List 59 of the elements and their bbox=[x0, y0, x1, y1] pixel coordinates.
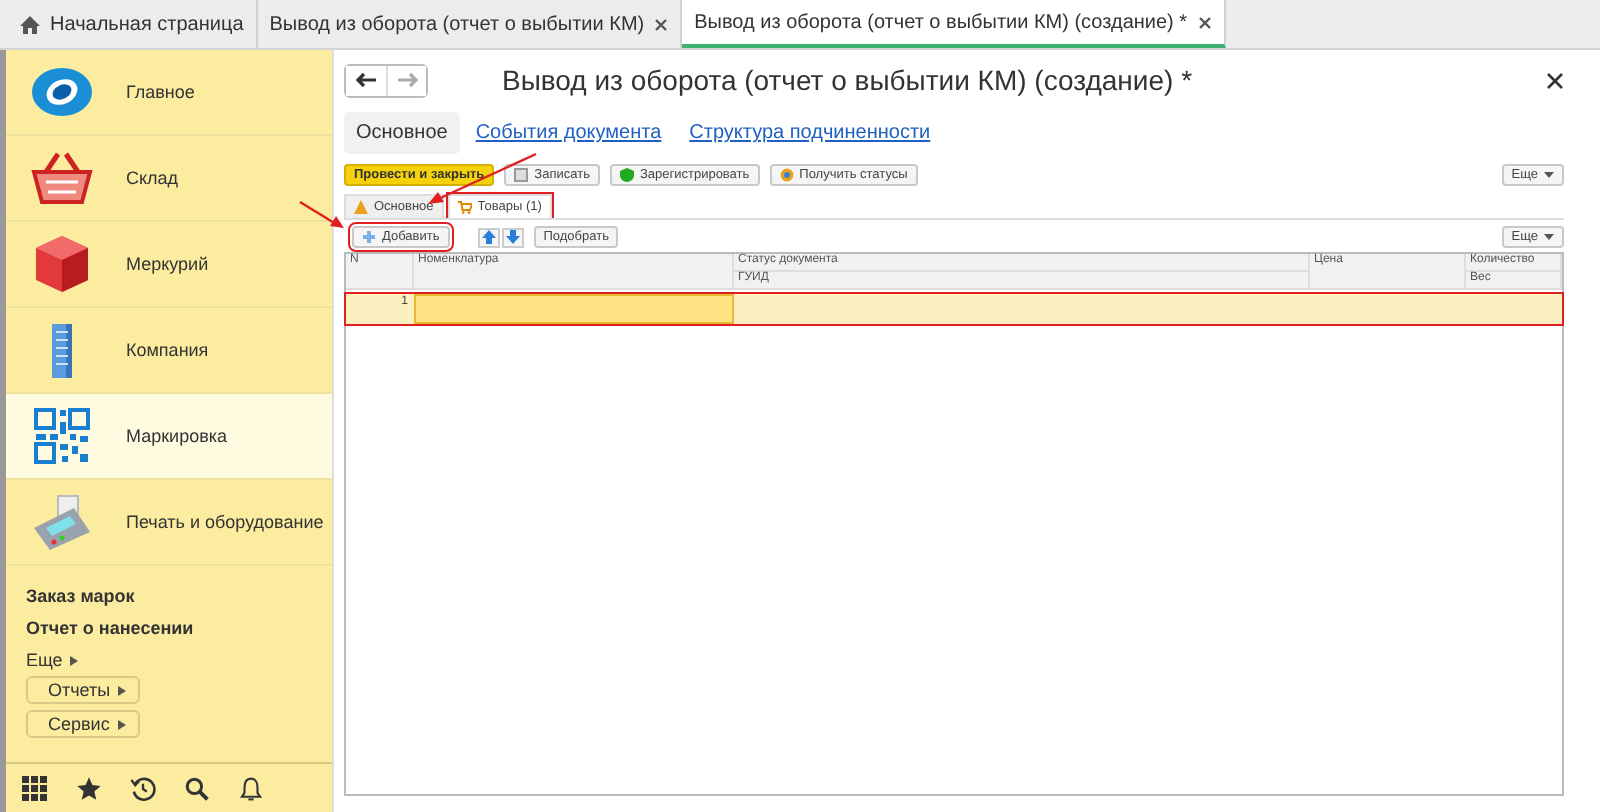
section-label: Меркурий bbox=[126, 254, 209, 274]
section-item[interactable]: Главное bbox=[6, 50, 332, 136]
section-item[interactable]: Печать и оборудование bbox=[6, 480, 332, 566]
window-tab[interactable]: Вывод из оборота (отчет о выбытии КМ) (создание) * bbox=[682, 0, 1226, 48]
qr-code-icon bbox=[30, 406, 94, 466]
section-label: Склад bbox=[126, 168, 179, 188]
home-icon bbox=[20, 15, 40, 33]
section-label: Компания bbox=[126, 340, 209, 360]
shield-icon bbox=[619, 168, 634, 182]
move-down-button[interactable] bbox=[501, 227, 524, 247]
up-arrow-icon bbox=[481, 230, 496, 244]
search-icon[interactable] bbox=[184, 775, 210, 801]
apps-grid-icon[interactable] bbox=[22, 775, 48, 801]
sidebar-link[interactable]: Заказ марок bbox=[26, 586, 135, 606]
annotation-arrow bbox=[299, 200, 344, 228]
payment-terminal-icon bbox=[30, 492, 94, 552]
save-icon bbox=[514, 168, 529, 182]
move-up-button[interactable] bbox=[477, 227, 500, 247]
forward-arrow-icon bbox=[395, 72, 419, 88]
refresh-icon bbox=[779, 168, 794, 182]
caret-icon bbox=[1544, 234, 1554, 240]
section-item[interactable]: Меркурий bbox=[6, 222, 332, 308]
group-button[interactable]: Сервис bbox=[26, 710, 140, 738]
back-arrow-icon bbox=[354, 72, 378, 88]
nomenclature-cell[interactable] bbox=[414, 294, 734, 324]
tab-label: Вывод из оборота (отчет о выбытии КМ) (создание) * bbox=[694, 11, 1188, 33]
form-title: Вывод из оборота (отчет о выбытии КМ) (создание) * bbox=[502, 64, 1193, 96]
tab-label: Начальная страница bbox=[50, 13, 244, 35]
group-button[interactable]: Отчеты bbox=[26, 676, 141, 704]
caret-icon bbox=[117, 719, 126, 729]
close-icon[interactable] bbox=[1197, 15, 1212, 29]
form-tab[interactable]: События документа bbox=[463, 112, 674, 154]
star-icon[interactable] bbox=[76, 775, 102, 801]
cart-icon bbox=[457, 200, 472, 214]
basket-icon bbox=[30, 148, 94, 208]
form-tab[interactable]: Структура подчиненности bbox=[677, 112, 943, 154]
warning-icon bbox=[354, 200, 368, 214]
caret-icon bbox=[1544, 172, 1554, 178]
window-tab[interactable]: Начальная страница bbox=[8, 0, 258, 48]
section-item[interactable]: Склад bbox=[6, 136, 332, 222]
bell-icon[interactable] bbox=[238, 775, 264, 801]
form-tab[interactable]: Основное bbox=[344, 112, 460, 154]
cube-icon bbox=[30, 234, 94, 294]
more-link[interactable]: Еще bbox=[26, 650, 63, 670]
annotation-arrow bbox=[428, 152, 537, 204]
globe-icon bbox=[30, 62, 94, 122]
history-icon[interactable] bbox=[130, 775, 156, 801]
sidebar-link[interactable]: Отчет о нанесении bbox=[26, 618, 194, 638]
section-label: Маркировка bbox=[126, 426, 228, 446]
tab-label: Вывод из оборота (отчет о выбытии КМ) bbox=[269, 13, 645, 35]
section-item[interactable]: Маркировка bbox=[6, 394, 332, 480]
down-arrow-icon bbox=[505, 230, 520, 244]
caret-icon bbox=[118, 685, 127, 695]
section-label: Главное bbox=[126, 82, 195, 102]
plus-icon bbox=[362, 230, 376, 244]
close-icon[interactable] bbox=[654, 17, 669, 31]
close-icon[interactable] bbox=[1546, 71, 1564, 89]
section-label: Печать и оборудование bbox=[126, 512, 324, 532]
caret-icon bbox=[70, 655, 79, 665]
